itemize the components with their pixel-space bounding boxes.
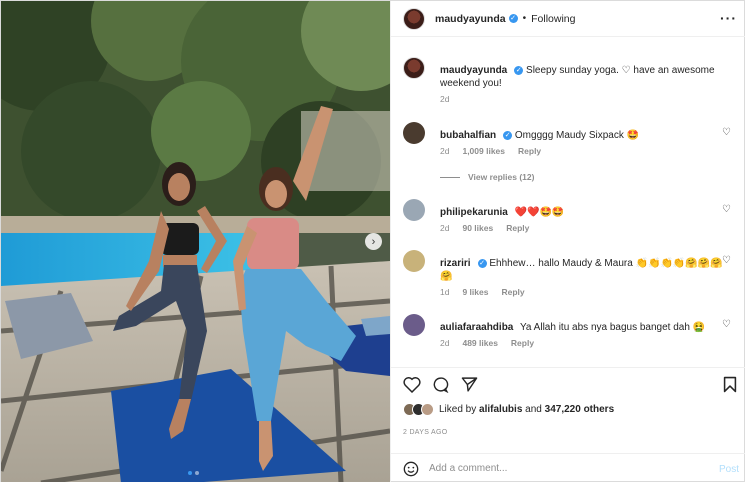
header-username[interactable]: maudyayunda	[435, 13, 506, 25]
comment-body: Ya Allah itu abs nya bagus banget dah 🤮	[519, 322, 706, 333]
like-comment-heart-icon[interactable]: ♡	[722, 255, 731, 266]
comment-username[interactable]: rizariri	[440, 258, 471, 269]
comment-meta: 2d 1,009 likes Reply	[440, 146, 541, 156]
reply-button[interactable]: Reply	[501, 287, 524, 297]
comment-meta: 2d 489 likes Reply	[440, 338, 534, 348]
liked-by-user-link[interactable]: alifalubis	[479, 404, 522, 415]
comment-time[interactable]: 2d	[440, 223, 449, 233]
view-replies-label: View replies (12)	[468, 172, 535, 182]
like-comment-heart-icon[interactable]: ♡	[722, 319, 731, 330]
comment-body: Omgggg Maudy Sixpack 🤩	[514, 130, 640, 141]
liked-by-prefix: Liked by	[439, 404, 477, 415]
add-comment-bar: Post	[391, 453, 745, 482]
share-paper-plane-icon[interactable]	[461, 376, 478, 393]
avatar	[421, 403, 434, 416]
comment-text: philipekarunia ❤️❤️🤩🤩	[440, 206, 725, 219]
liked-by-text: Liked by alifalubis and 347,220 others	[439, 404, 614, 415]
post-side-panel: maudyayunda ✓ • Following ··· maudyayund…	[390, 1, 745, 482]
caption-text: maudyayunda ✓ Sleepy sunday yoga. ♡ have …	[440, 64, 725, 90]
liked-by-summary[interactable]: Liked by alifalubis and 347,220 others	[403, 403, 614, 416]
comment-time[interactable]: 2d	[440, 338, 449, 348]
post-photo[interactable]: ›	[1, 1, 390, 482]
carousel-dot	[195, 471, 199, 475]
verified-badge-icon: ✓	[503, 131, 513, 140]
comment-username[interactable]: philipekarunia	[440, 207, 508, 218]
caption-username[interactable]: maudyayunda	[440, 65, 507, 76]
comment-meta: 1d 9 likes Reply	[440, 287, 525, 297]
following-button[interactable]: Following	[531, 13, 575, 25]
avatar[interactable]	[403, 250, 425, 272]
next-slide-button[interactable]: ›	[365, 233, 382, 250]
avatar[interactable]	[403, 314, 425, 336]
caption-time[interactable]: 2d	[440, 94, 449, 104]
like-heart-icon[interactable]	[403, 376, 421, 393]
liked-by-conj: and	[525, 404, 542, 415]
divider	[440, 176, 460, 178]
reply-button[interactable]: Reply	[506, 223, 529, 233]
avatar[interactable]	[403, 122, 425, 144]
like-comment-heart-icon[interactable]: ♡	[722, 204, 731, 215]
post-actions	[391, 367, 745, 401]
verified-badge-icon: ✓	[508, 14, 518, 23]
avatar[interactable]	[403, 199, 425, 221]
comment-text: bubahalfian ✓ Omgggg Maudy Sixpack 🤩	[440, 129, 725, 142]
avatar[interactable]	[403, 7, 425, 30]
comment-meta: 2d 90 likes Reply	[440, 223, 529, 233]
emoji-smiley-icon[interactable]	[403, 461, 419, 477]
avatar[interactable]	[403, 57, 425, 79]
yoga-photo-illustration	[1, 1, 390, 482]
comment-text: auliafaraahdiba Ya Allah itu abs nya bag…	[440, 321, 725, 334]
post-comment-button[interactable]: Post	[719, 464, 739, 475]
more-options-icon[interactable]: ···	[720, 10, 737, 26]
carousel-indicator	[188, 471, 199, 475]
comment-time[interactable]: 1d	[440, 287, 449, 297]
post-header: maudyayunda ✓ • Following ···	[391, 1, 745, 37]
caption-meta: 2d	[440, 94, 449, 104]
comment-body: ❤️❤️🤩🤩	[514, 207, 565, 218]
comment-text: rizariri ✓ Ehhhew… hallo Maudy & Maura 👏👏…	[440, 257, 725, 283]
separator: •	[522, 13, 527, 24]
carousel-dot-active	[188, 471, 192, 475]
view-replies-button[interactable]: View replies (12)	[440, 172, 534, 182]
liked-by-others-link[interactable]: 347,220 others	[545, 404, 615, 415]
like-comment-heart-icon[interactable]: ♡	[722, 127, 731, 138]
comment-input[interactable]	[429, 463, 699, 474]
comment-likes[interactable]: 9 likes	[462, 287, 488, 297]
instagram-post-modal: › maudyayunda ✓ • Following ··· maudyayu…	[0, 0, 745, 482]
comment-username[interactable]: bubahalfian	[440, 130, 496, 141]
post-timestamp[interactable]: 2 DAYS AGO	[403, 429, 448, 436]
comment-likes[interactable]: 489 likes	[462, 338, 497, 348]
save-bookmark-icon[interactable]	[723, 376, 737, 393]
comment-username[interactable]: auliafaraahdiba	[440, 322, 513, 333]
reply-button[interactable]: Reply	[511, 338, 534, 348]
verified-badge-icon: ✓	[477, 259, 487, 268]
comment-time[interactable]: 2d	[440, 146, 449, 156]
verified-badge-icon: ✓	[514, 66, 524, 75]
comment-bubble-icon[interactable]	[432, 376, 449, 393]
comment-likes[interactable]: 1,009 likes	[462, 146, 505, 156]
chevron-right-icon: ›	[371, 235, 376, 248]
reply-button[interactable]: Reply	[518, 146, 541, 156]
comment-likes[interactable]: 90 likes	[462, 223, 493, 233]
